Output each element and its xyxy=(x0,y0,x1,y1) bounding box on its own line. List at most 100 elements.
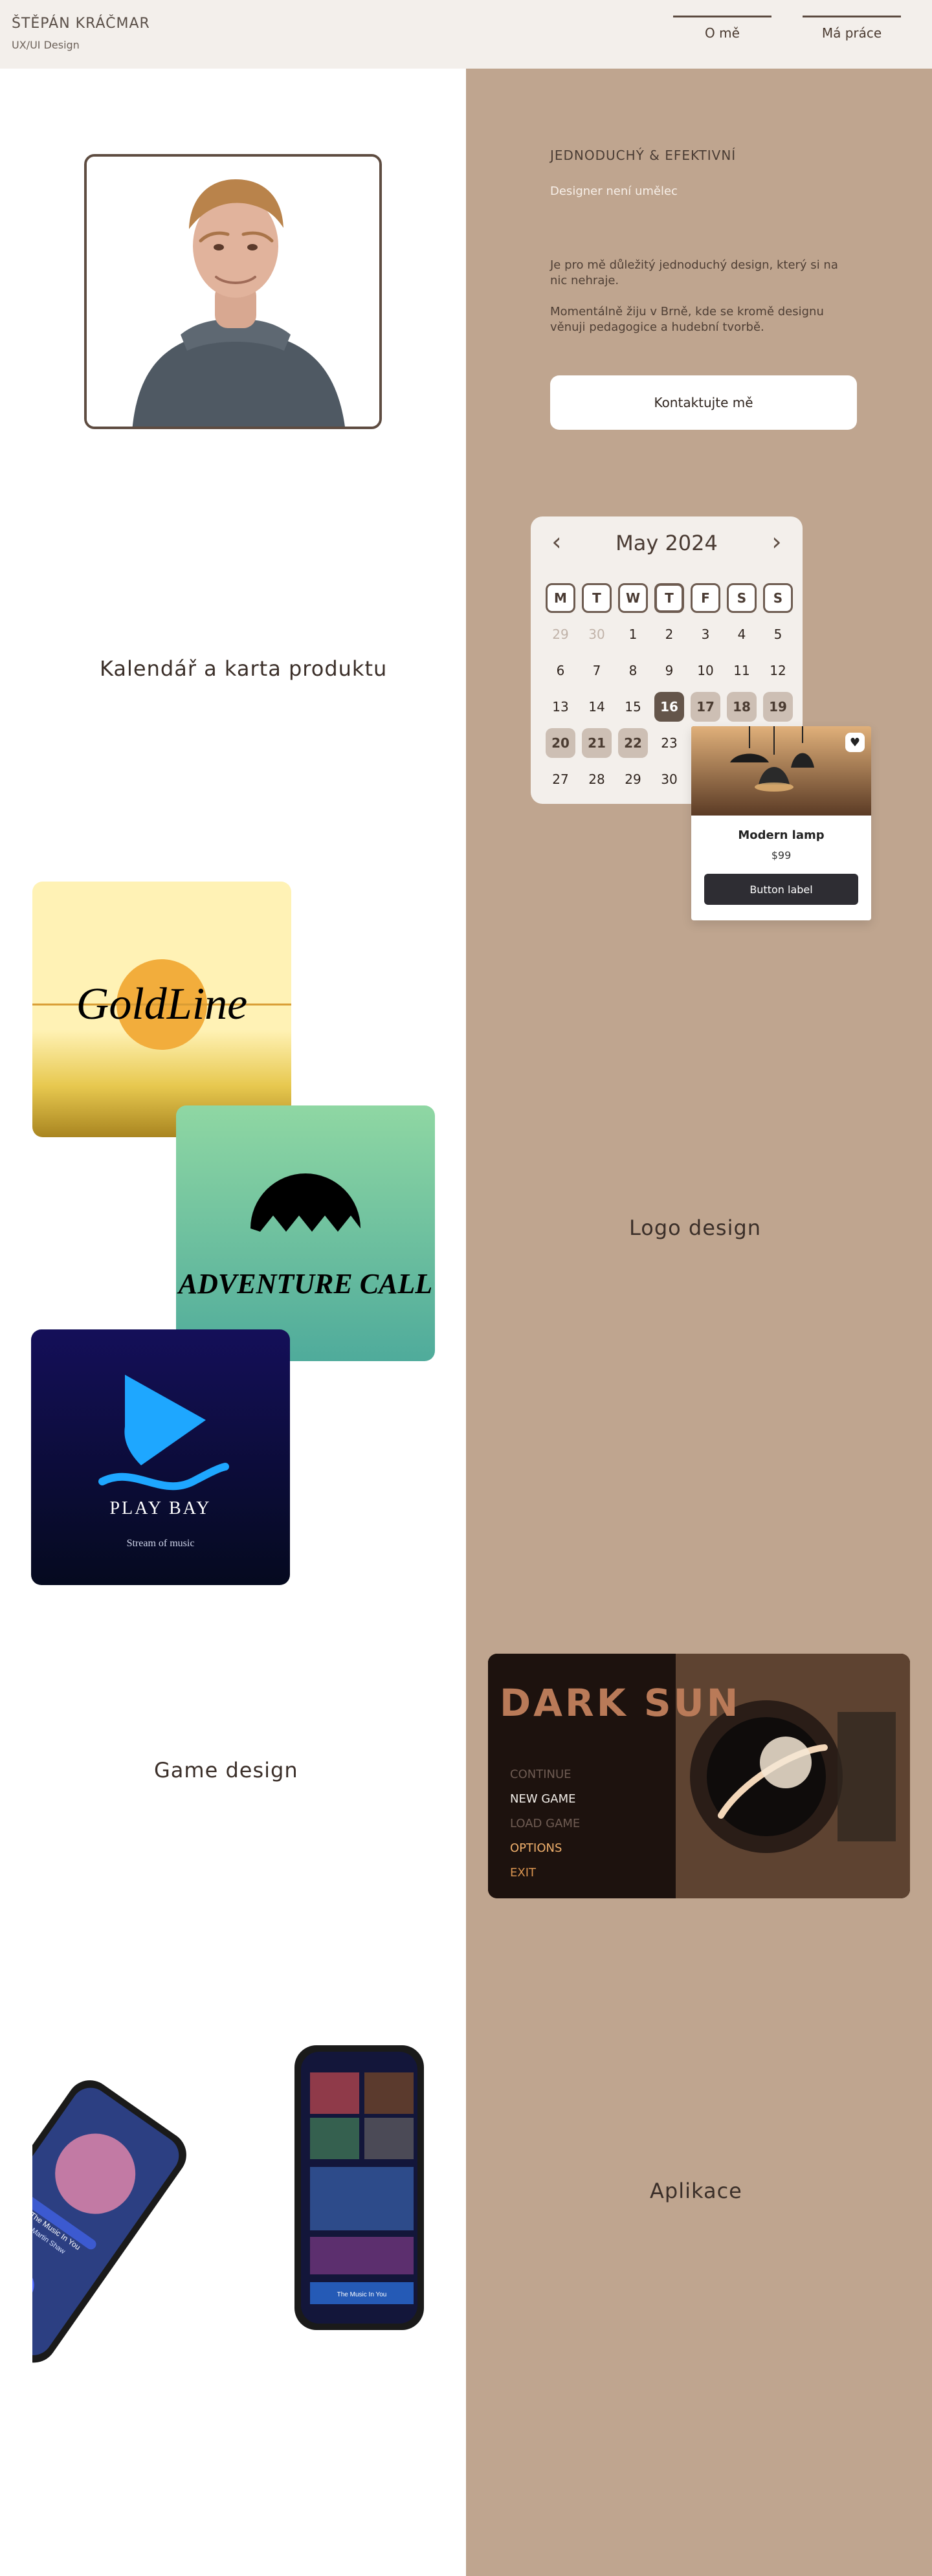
date-cell[interactable]: 12 xyxy=(760,652,796,689)
date-label[interactable]: 29 xyxy=(546,619,575,649)
date-cell[interactable]: 23 xyxy=(651,725,687,761)
date-label[interactable]: 10 xyxy=(691,656,720,685)
date-label[interactable]: 6 xyxy=(546,656,575,685)
date-cell-selected[interactable]: 16 xyxy=(651,689,687,725)
nav-work[interactable]: Má práce xyxy=(803,16,901,44)
calendar-product-label: Kalendář a karta produktu xyxy=(100,656,388,681)
adventure-call-logo-text: ADVENTURE CALL xyxy=(177,1268,432,1300)
date-label[interactable]: 15 xyxy=(618,692,648,722)
app-mockups: The Music In You Martin Shaw The Music I… xyxy=(0,2045,434,2372)
date-cell-range[interactable]: 18 xyxy=(724,689,760,725)
menu-new-game[interactable]: NEW GAME xyxy=(510,1787,580,1812)
goldline-logo-art: GoldLine xyxy=(32,959,291,1050)
date-cell[interactable]: 29 xyxy=(615,761,651,797)
date-cell-range[interactable]: 17 xyxy=(687,689,724,725)
date-label[interactable]: 5 xyxy=(763,619,793,649)
game-menu: CONTINUE NEW GAME LOAD GAME OPTIONS EXIT xyxy=(510,1762,580,1885)
date-cell[interactable]: 2 xyxy=(651,616,687,652)
date-label[interactable]: 21 xyxy=(582,728,612,758)
menu-load-game[interactable]: LOAD GAME xyxy=(510,1812,580,1836)
weekday-label: F xyxy=(691,583,720,613)
menu-continue[interactable]: CONTINUE xyxy=(510,1762,580,1787)
hero-paragraph-1: Je pro mě důležitý jednoduchý design, kt… xyxy=(550,258,838,287)
date-cell[interactable]: 28 xyxy=(579,761,615,797)
hero-subheading: Designer není umělec xyxy=(550,184,678,198)
hero-paragraph-2: Momentálně žiju v Brně, kde se kromě des… xyxy=(550,305,824,334)
date-label[interactable]: 14 xyxy=(582,692,612,722)
date-label[interactable]: 1 xyxy=(618,619,648,649)
date-cell[interactable]: 9 xyxy=(651,652,687,689)
date-cell[interactable]: 30 xyxy=(651,761,687,797)
weekday-sun: S xyxy=(760,580,796,616)
app-now-playing: The Music In You xyxy=(337,2291,387,2298)
date-cell[interactable]: 13 xyxy=(542,689,579,725)
calendar-title: May 2024 xyxy=(616,531,718,555)
date-label[interactable]: 12 xyxy=(763,656,793,685)
date-cell[interactable]: 8 xyxy=(615,652,651,689)
date-cell[interactable]: 15 xyxy=(615,689,651,725)
date-cell-range[interactable]: 19 xyxy=(760,689,796,725)
date-cell[interactable]: 6 xyxy=(542,652,579,689)
date-cell[interactable]: 10 xyxy=(687,652,724,689)
date-label[interactable]: 11 xyxy=(727,656,757,685)
goldline-logo-text: GoldLine xyxy=(76,979,247,1029)
date-cell[interactable]: 1 xyxy=(615,616,651,652)
date-cell[interactable]: 7 xyxy=(579,652,615,689)
date-label[interactable]: 28 xyxy=(582,764,612,794)
menu-options[interactable]: OPTIONS xyxy=(510,1836,580,1861)
date-cell[interactable]: 30 xyxy=(579,616,615,652)
date-label[interactable]: 29 xyxy=(618,764,648,794)
date-label[interactable]: 9 xyxy=(654,656,684,685)
weekday-wed: W xyxy=(615,580,651,616)
date-label[interactable]: 4 xyxy=(727,619,757,649)
play-bay-logo-card: PLAY BAY Stream of music xyxy=(31,1329,290,1585)
date-cell[interactable]: 11 xyxy=(724,652,760,689)
date-label[interactable]: 23 xyxy=(654,728,684,758)
date-label[interactable]: 27 xyxy=(546,764,575,794)
date-label[interactable]: 20 xyxy=(546,728,575,758)
date-label[interactable]: 18 xyxy=(727,692,757,722)
date-cell[interactable]: 5 xyxy=(760,616,796,652)
game-title: DARK SUN xyxy=(500,1681,741,1725)
date-label[interactable]: 30 xyxy=(582,619,612,649)
favorite-heart-icon[interactable]: ♥ xyxy=(845,733,865,752)
apps-label: Aplikace xyxy=(650,2179,742,2203)
play-bay-logo-art: PLAY BAY Stream of music xyxy=(98,1375,229,1549)
date-cell[interactable]: 29 xyxy=(542,616,579,652)
weekday-fri: F xyxy=(687,580,724,616)
date-label[interactable]: 2 xyxy=(654,619,684,649)
date-cell[interactable]: 27 xyxy=(542,761,579,797)
weekday-label: W xyxy=(618,583,648,613)
product-card[interactable]: ♥ Modern lamp $99 Button label xyxy=(691,726,871,920)
adventure-call-logo-card: ADVENTURE CALL xyxy=(176,1105,435,1361)
date-cell-range[interactable]: 20 xyxy=(542,725,579,761)
portrait-photo xyxy=(84,154,382,429)
app-phones-art: The Music In You Martin Shaw The Music I… xyxy=(0,2045,434,2372)
date-label[interactable]: 3 xyxy=(691,619,720,649)
game-preview-card: DARK SUN CONTINUE NEW GAME LOAD GAME OPT… xyxy=(488,1654,910,1898)
date-label[interactable]: 30 xyxy=(654,764,684,794)
date-label[interactable]: 22 xyxy=(618,728,648,758)
date-cell-range[interactable]: 21 xyxy=(579,725,615,761)
date-label[interactable]: 17 xyxy=(691,692,720,722)
date-label[interactable]: 8 xyxy=(618,656,648,685)
date-cell[interactable]: 4 xyxy=(724,616,760,652)
weekday-label: S xyxy=(763,583,793,613)
nav-about[interactable]: O mě xyxy=(673,16,771,44)
date-cell[interactable]: 3 xyxy=(687,616,724,652)
game-design-label: Game design xyxy=(154,1758,298,1782)
date-label[interactable]: 13 xyxy=(546,692,575,722)
date-label[interactable]: 7 xyxy=(582,656,612,685)
brand-name[interactable]: ŠTĚPÁN KRÁČMAR xyxy=(12,16,150,32)
product-action-button[interactable]: Button label xyxy=(704,874,858,905)
date-cell[interactable]: 14 xyxy=(579,689,615,725)
weekday-label: S xyxy=(727,583,757,613)
next-month-icon[interactable]: › xyxy=(764,529,790,555)
date-label[interactable]: 19 xyxy=(763,692,793,722)
menu-exit[interactable]: EXIT xyxy=(510,1861,580,1885)
date-label[interactable]: 16 xyxy=(654,692,684,722)
lamp-illustration xyxy=(691,726,871,816)
contact-button[interactable]: Kontaktujte mě xyxy=(550,375,857,430)
weekday-label: T xyxy=(654,583,684,613)
date-cell-range[interactable]: 22 xyxy=(615,725,651,761)
